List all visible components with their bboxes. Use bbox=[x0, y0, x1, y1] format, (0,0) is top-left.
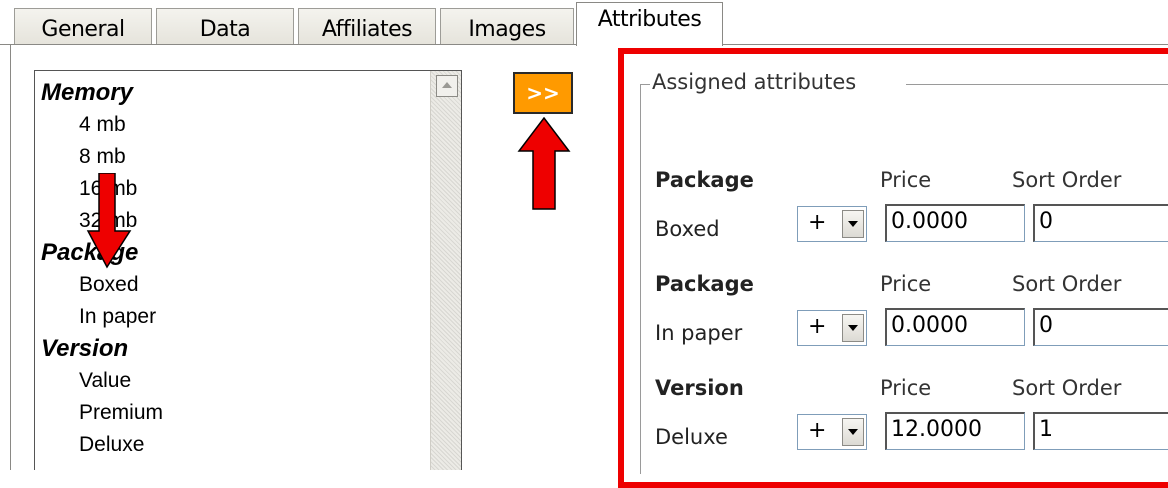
sort-order-input[interactable]: 0 bbox=[1033, 308, 1168, 346]
panel-border bbox=[10, 44, 11, 470]
price-input[interactable]: 12.0000 bbox=[885, 412, 1025, 450]
price-prefix-select[interactable]: + bbox=[797, 310, 867, 346]
price-header: Price bbox=[880, 168, 932, 192]
option-premium[interactable]: Premium bbox=[41, 397, 427, 429]
sort-order-header: Sort Order bbox=[1012, 168, 1122, 192]
price-input[interactable]: 0.0000 bbox=[885, 308, 1025, 346]
sort-order-header: Sort Order bbox=[1012, 376, 1122, 400]
row-group-label: Package bbox=[655, 272, 754, 296]
price-prefix-value: + bbox=[808, 314, 827, 339]
fieldset-border bbox=[906, 84, 1168, 85]
sort-order-input[interactable]: 1 bbox=[1033, 412, 1168, 450]
optgroup-memory: Memory bbox=[41, 79, 134, 106]
chevron-down-icon[interactable] bbox=[842, 314, 864, 342]
option-4mb[interactable]: 4 mb bbox=[41, 109, 427, 141]
tab-general[interactable]: General bbox=[14, 8, 152, 44]
row-group-label: Package bbox=[655, 168, 754, 192]
scroll-up-arrow-icon[interactable] bbox=[436, 75, 458, 97]
option-value[interactable]: Value bbox=[41, 365, 427, 397]
chevron-down-icon[interactable] bbox=[842, 210, 864, 238]
tab-affiliates[interactable]: Affiliates bbox=[298, 8, 436, 44]
listbox-scrollbar[interactable] bbox=[430, 71, 461, 470]
option-in-paper[interactable]: In paper bbox=[41, 301, 427, 333]
chevron-down-icon[interactable] bbox=[842, 418, 864, 446]
price-prefix-select[interactable]: + bbox=[797, 414, 867, 450]
tab-attributes[interactable]: Attributes bbox=[576, 2, 723, 46]
optgroup-version: Version bbox=[41, 335, 129, 362]
red-down-arrow-icon bbox=[86, 173, 132, 269]
option-boxed[interactable]: Boxed bbox=[41, 269, 427, 301]
price-prefix-select[interactable]: + bbox=[797, 206, 867, 242]
price-input[interactable]: 0.0000 bbox=[885, 204, 1025, 242]
red-up-arrow-icon bbox=[517, 117, 571, 210]
price-prefix-value: + bbox=[808, 418, 827, 443]
price-prefix-value: + bbox=[808, 210, 827, 235]
price-header: Price bbox=[880, 272, 932, 296]
option-8mb[interactable]: 8 mb bbox=[41, 141, 427, 173]
row-group-label: Version bbox=[655, 376, 744, 400]
sort-order-input[interactable]: 0 bbox=[1033, 204, 1168, 242]
fieldset-border bbox=[640, 84, 641, 474]
tab-data[interactable]: Data bbox=[156, 8, 294, 44]
row-option-label: Boxed bbox=[655, 217, 720, 241]
row-option-label: Deluxe bbox=[655, 425, 728, 449]
attribute-options-listbox[interactable]: Memory 4 mb 8 mb 16 mb 32 mb Package Box… bbox=[34, 70, 462, 470]
tab-images[interactable]: Images bbox=[440, 8, 574, 44]
sort-order-header: Sort Order bbox=[1012, 272, 1122, 296]
add-attribute-button[interactable]: >> bbox=[513, 72, 573, 114]
price-header: Price bbox=[880, 376, 932, 400]
option-deluxe[interactable]: Deluxe bbox=[41, 429, 427, 461]
row-option-label: In paper bbox=[655, 321, 743, 345]
assigned-attributes-legend: Assigned attributes bbox=[650, 70, 859, 94]
